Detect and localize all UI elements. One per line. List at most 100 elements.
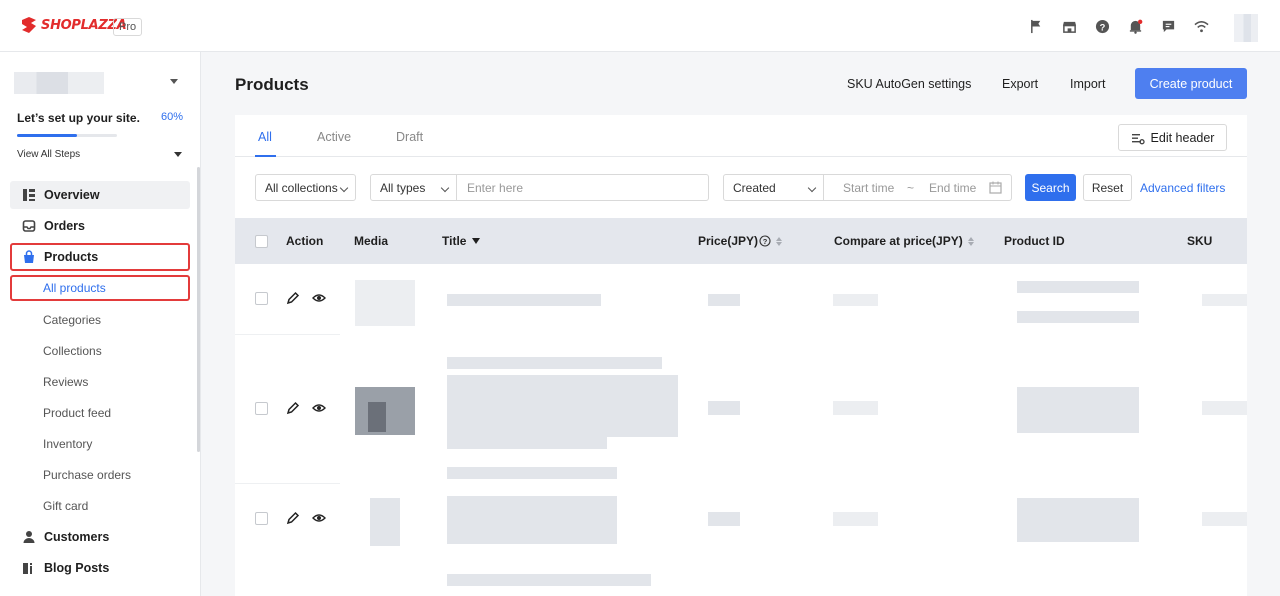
edit-pencil-icon[interactable] [286,401,300,415]
sub-item-product-feed[interactable]: Product feed [10,400,190,426]
row-checkbox[interactable] [255,512,268,525]
product-title-redacted[interactable] [447,496,617,544]
table-row[interactable] [235,264,1247,332]
sub-label-purchase-orders: Purchase orders [43,468,132,482]
sub-item-collections[interactable]: Collections [10,338,190,364]
view-all-steps-toggle[interactable]: View All Steps [17,149,182,160]
sub-item-categories[interactable]: Categories [10,307,190,333]
tab-draft[interactable]: Draft [396,130,423,144]
nav-label-orders: Orders [44,219,85,233]
product-image-redacted[interactable] [370,498,400,546]
edit-pencil-icon[interactable] [286,511,300,525]
product-id-redacted [1017,281,1139,293]
chat-icon[interactable] [1159,17,1177,35]
store-switcher[interactable] [14,72,184,94]
column-header-compare-price[interactable]: Compare at price(JPY) [834,234,974,248]
product-image-redacted[interactable] [355,280,415,326]
eye-icon[interactable] [312,291,326,305]
bell-icon[interactable] [1126,17,1144,35]
product-title-redacted [447,467,617,479]
nav-item-products[interactable]: Products [10,243,190,271]
collections-select[interactable]: All collections [255,174,356,201]
column-label-price: Price(JPY) [698,234,759,248]
sub-label-all-products: All products [43,281,106,295]
date-field-select[interactable]: Created [724,175,824,200]
eye-icon[interactable] [312,511,326,525]
export-button[interactable]: Export [1002,77,1038,91]
date-range-group: Created Start time ~ End time [723,174,1012,201]
advanced-filters-link[interactable]: Advanced filters [1140,181,1225,195]
edit-pencil-icon[interactable] [286,291,300,305]
sub-item-inventory[interactable]: Inventory [10,431,190,457]
chevron-down-icon [807,183,817,193]
store-icon[interactable] [1060,17,1078,35]
sub-item-all-products[interactable]: All products [10,275,190,301]
sub-label-collections: Collections [43,344,102,358]
column-label-sku: SKU [1187,234,1213,248]
nav-item-orders[interactable]: Orders [10,212,190,240]
shoplazza-logo[interactable]: SHOPLAZZA [20,16,127,34]
reset-button[interactable]: Reset [1083,174,1132,201]
row-checkbox[interactable] [255,402,268,415]
eye-icon[interactable] [312,401,326,415]
sub-item-purchase-orders[interactable]: Purchase orders [10,462,190,488]
product-title-redacted [447,375,678,437]
edit-header-label: Edit header [1150,130,1215,145]
help-icon[interactable]: ? [1093,17,1111,35]
edit-header-button[interactable]: Edit header [1118,124,1227,151]
chevron-down-icon [339,183,349,193]
wifi-icon[interactable] [1192,17,1210,35]
create-product-button[interactable]: Create product [1135,68,1247,99]
tab-active[interactable]: Active [317,130,351,144]
price-redacted [708,512,740,526]
product-id-redacted [1017,387,1139,433]
account-avatar[interactable] [1234,14,1258,42]
plan-badge: Pro [113,18,143,36]
sidebar-scrollbar[interactable] [197,167,200,452]
table-row[interactable] [235,484,1247,596]
shoplazza-logo-icon [22,17,36,33]
sub-label-gift-card: Gift card [43,499,89,513]
product-id-redacted [1017,311,1139,323]
import-button[interactable]: Import [1070,77,1105,91]
status-tabs: All Active Draft Edit header [235,115,1247,157]
calendar-icon[interactable] [989,181,1002,194]
column-label-action: Action [286,234,324,248]
search-button[interactable]: Search [1025,174,1076,201]
compare-price-redacted [833,401,878,415]
search-input[interactable] [458,175,706,200]
column-label-product-id: Product ID [1004,234,1065,248]
product-title-redacted[interactable] [447,357,662,369]
sub-item-reviews[interactable]: Reviews [10,369,190,395]
help-circle-icon[interactable]: ? [759,235,771,247]
nav-label-products: Products [44,250,99,264]
nav-item-customers[interactable]: Customers [10,523,190,551]
start-time-input[interactable]: Start time [843,181,894,195]
column-label-compare-price: Compare at price(JPY) [834,234,963,248]
column-header-price[interactable]: Price(JPY) ? [698,234,783,248]
nav-item-overview[interactable]: Overview [10,181,190,209]
sku-autogen-settings-button[interactable]: SKU AutoGen settings [847,77,971,91]
blog-icon [23,563,32,574]
column-header-title[interactable]: Title [442,234,481,248]
flag-icon[interactable] [1027,17,1045,35]
chevron-down-icon [440,183,450,193]
sort-icon [967,236,974,246]
setup-guide-text: Let’s set up your site. [17,111,140,125]
sub-item-gift-card[interactable]: Gift card [10,493,190,519]
nav-item-blog-posts[interactable]: Blog Posts [10,554,190,582]
caret-down-icon [174,152,182,157]
nav-label-overview: Overview [44,188,100,202]
product-title-redacted[interactable] [447,294,601,306]
search-button-label: Search [1031,180,1070,195]
column-header-sku: SKU [1187,234,1212,248]
select-all-checkbox[interactable] [255,235,268,248]
collections-select-value: All collections [265,180,338,195]
types-select[interactable]: All types [371,175,457,200]
reset-button-label: Reset [1091,180,1124,195]
table-row[interactable] [235,335,1247,483]
sku-redacted [1202,401,1247,415]
tab-all[interactable]: All [258,130,272,144]
row-checkbox[interactable] [255,292,268,305]
end-time-input[interactable]: End time [929,181,976,195]
